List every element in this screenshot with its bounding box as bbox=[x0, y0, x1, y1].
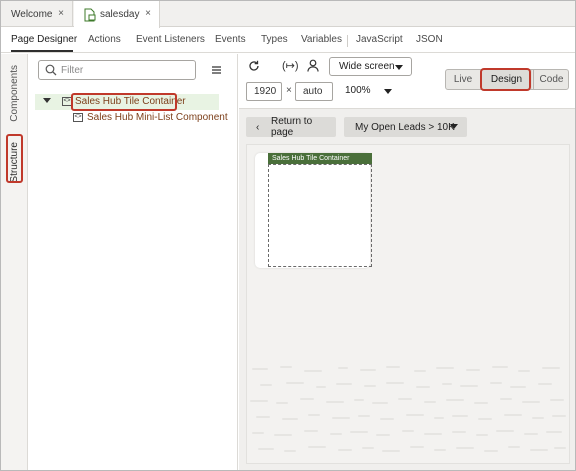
tab-json[interactable]: JSON bbox=[416, 34, 443, 45]
height-value: auto bbox=[303, 86, 323, 97]
tab-welcome-label: Welcome bbox=[11, 8, 53, 20]
variables-icon[interactable]: (↦) bbox=[282, 59, 299, 72]
width-value: 1920 bbox=[254, 86, 277, 97]
canvas-toolbar: (↦) Wide screen 1920 × auto 100% Live De… bbox=[239, 54, 575, 109]
tab-separator bbox=[347, 35, 348, 47]
filter-input[interactable]: Filter bbox=[38, 60, 196, 80]
tab-types[interactable]: Types bbox=[261, 34, 288, 45]
canvas-texture bbox=[250, 366, 566, 452]
times-sign: × bbox=[286, 85, 292, 96]
menu-icon[interactable] bbox=[212, 66, 221, 74]
structure-callout-box bbox=[6, 134, 23, 183]
app-window: Welcome × salesday × Page Designer Actio… bbox=[0, 0, 576, 471]
tab-salesday[interactable]: salesday × bbox=[74, 1, 160, 28]
screen-size-select[interactable]: Wide screen bbox=[329, 57, 412, 76]
tile-container-label: Sales Hub Tile Container bbox=[268, 153, 372, 164]
tab-events[interactable]: Events bbox=[215, 34, 246, 45]
component-icon: <> bbox=[73, 113, 83, 122]
tab-components[interactable]: Components bbox=[1, 60, 28, 126]
side-tab-bar: Components Structure bbox=[1, 54, 28, 470]
tab-javascript[interactable]: JavaScript bbox=[356, 34, 403, 45]
structure-panel: Filter <> Sales Hub Tile Container <> Sa… bbox=[29, 54, 238, 470]
code-button[interactable]: Code bbox=[533, 70, 569, 89]
width-field[interactable]: 1920 bbox=[246, 82, 282, 101]
screen-size-value: Wide screen bbox=[339, 61, 395, 72]
tab-welcome[interactable]: Welcome × bbox=[1, 1, 73, 27]
file-tab-bar: Welcome × salesday × bbox=[1, 1, 575, 28]
chevron-down-icon bbox=[450, 124, 458, 129]
tile-card[interactable]: Sales Hub Tile Container bbox=[255, 153, 372, 268]
tab-salesday-label: salesday bbox=[100, 9, 140, 20]
close-icon[interactable]: × bbox=[145, 8, 151, 19]
live-button[interactable]: Live bbox=[446, 70, 480, 89]
tab-components-label: Components bbox=[9, 64, 20, 122]
tree-item-mini-list[interactable]: Sales Hub Mini-List Component bbox=[87, 112, 228, 123]
tab-event-listeners[interactable]: Event Listeners bbox=[136, 34, 205, 45]
return-to-page-button[interactable]: ‹ Return to page bbox=[246, 116, 336, 138]
leads-select[interactable]: My Open Leads > 10K bbox=[344, 117, 467, 137]
leads-label: My Open Leads > 10K bbox=[355, 121, 455, 133]
designer-tab-bar: Page Designer Actions Event Listeners Ev… bbox=[1, 28, 575, 53]
active-tab-indicator bbox=[11, 50, 73, 52]
return-label: Return to page bbox=[271, 116, 313, 138]
zoom-select[interactable]: 100% bbox=[345, 85, 371, 96]
page-file-icon bbox=[84, 8, 96, 21]
tab-page-designer[interactable]: Page Designer bbox=[11, 34, 77, 45]
page-toolbar: ‹ Return to page My Open Leads > 10K bbox=[239, 110, 575, 144]
tile-drop-zone[interactable] bbox=[268, 164, 372, 267]
design-callout-box bbox=[480, 68, 531, 91]
close-icon[interactable]: × bbox=[58, 8, 64, 19]
user-icon[interactable] bbox=[307, 59, 319, 72]
filter-placeholder: Filter bbox=[61, 64, 84, 76]
chevron-down-icon bbox=[395, 65, 403, 70]
tab-actions[interactable]: Actions bbox=[88, 34, 121, 45]
page-canvas: Sales Hub Tile Container bbox=[246, 144, 570, 464]
refresh-icon[interactable] bbox=[248, 60, 260, 72]
chevron-left-icon: ‹ bbox=[256, 122, 260, 133]
search-icon bbox=[45, 64, 57, 76]
tab-variables[interactable]: Variables bbox=[301, 34, 342, 45]
height-field[interactable]: auto bbox=[295, 82, 333, 101]
chevron-down-icon[interactable] bbox=[43, 98, 51, 103]
chevron-down-icon[interactable] bbox=[384, 89, 392, 94]
tile-container-callout-box bbox=[71, 93, 177, 111]
canvas-area: (↦) Wide screen 1920 × auto 100% Live De… bbox=[239, 54, 575, 470]
